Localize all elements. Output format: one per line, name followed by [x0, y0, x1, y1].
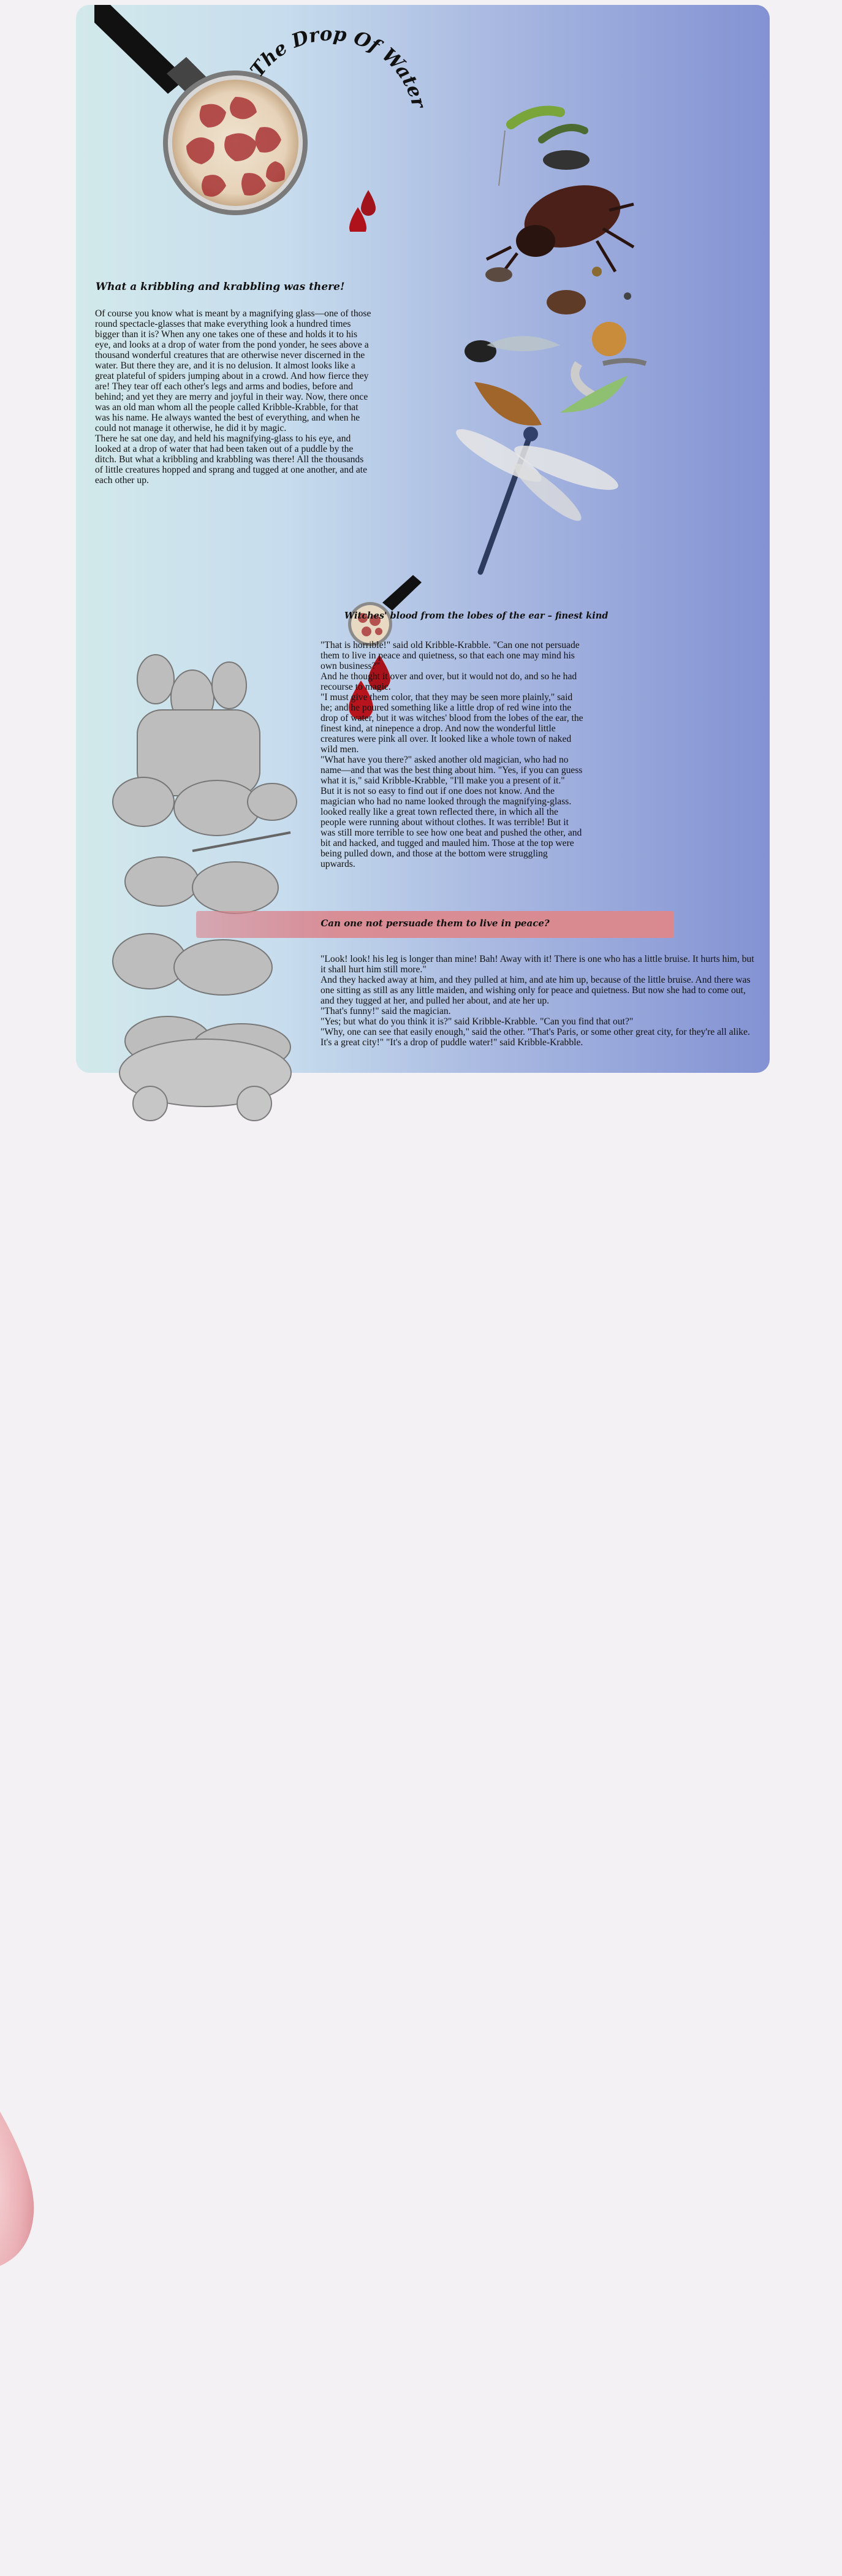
- paragraph: But it is not so easy to find out if one…: [320, 786, 582, 869]
- paragraph: And he thought it over and over, but it …: [320, 671, 577, 692]
- paragraph: There he sat one day, and held his magni…: [95, 433, 368, 486]
- section-heading: What a kribbling and krabbling was there…: [96, 281, 345, 293]
- paragraph: "Yes; but what do you think it is?" said…: [320, 1016, 634, 1027]
- section-text: "Look! look! his leg is longer than mine…: [320, 954, 762, 1048]
- section-text: "That is horrible!" said old Kribble-Kra…: [320, 640, 584, 869]
- carriage-illustration: [119, 1038, 292, 1121]
- paragraph: And they hacked away at him, and they pu…: [320, 975, 751, 1006]
- crowd-illustration: [112, 654, 297, 1071]
- paragraph: "Look! look! his leg is longer than mine…: [320, 954, 754, 975]
- banner-text: Can one not persuade them to live in pea…: [320, 918, 550, 929]
- insects-illustration: [456, 105, 647, 575]
- section-text: Of course you know what is meant by a ma…: [95, 308, 374, 486]
- paragraph: "That is horrible!" said old Kribble-Kra…: [320, 640, 580, 671]
- paragraph: "I must give them color, that they may b…: [320, 692, 583, 755]
- story-card: The Drop Of Water What a kribbling and k…: [76, 5, 770, 1073]
- quote-banner: Can one not persuade them to live in pea…: [196, 911, 674, 938]
- paragraph: Of course you know what is meant by a ma…: [95, 308, 371, 433]
- paragraph: "Why, one can see that easily enough," s…: [320, 1027, 750, 1048]
- story-title: The Drop Of Water: [246, 23, 430, 112]
- paragraph: "That's funny!" said the magician.: [320, 1006, 451, 1016]
- paragraph: "What have you there?" asked another old…: [320, 755, 583, 786]
- section-heading: Witches' blood from the lobes of the ear…: [344, 611, 609, 621]
- water-drop-icon: [0, 2111, 34, 2266]
